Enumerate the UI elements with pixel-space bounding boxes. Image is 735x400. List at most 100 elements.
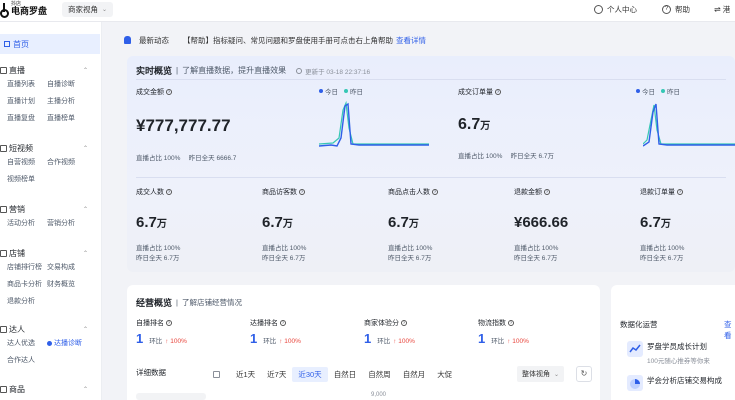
metric-label: 退款金额: [514, 189, 542, 196]
help-icon[interactable]: ?: [544, 189, 550, 195]
metric-refund-amount[interactable]: 退款金额? ¥666.66 直播占比 100% 昨日全天 6.7万: [514, 187, 568, 264]
indicator-logistics-index[interactable]: 物流指数? 1 环比 ↑ 100%: [478, 318, 529, 346]
sidebar-item-coop-talent[interactable]: 合作达人: [7, 355, 47, 372]
sidebar-item-live-review[interactable]: 直播复盘: [7, 113, 47, 130]
metric-product-visitors[interactable]: 商品访客数? 6.7万 直播占比 100% 昨日全天 6.7万: [262, 187, 306, 264]
metric-foot-ratio: 直播占比 100%: [262, 245, 307, 252]
help-icon: ?: [662, 5, 671, 14]
sidebar-section-video: 短视频 ⌃ 自营视频 合作视频 视频榜单: [0, 142, 100, 191]
sidebar-item-talent-diagnosis[interactable]: 达播诊断: [47, 338, 99, 355]
view-selector[interactable]: 商家视角 ⌄: [62, 2, 114, 17]
chart-icon: [627, 341, 643, 357]
sidebar-item-video-ranking[interactable]: 视频榜单: [7, 174, 47, 191]
help-icon[interactable]: ?: [280, 320, 286, 326]
logo[interactable]: 抖店 电商罗盘: [0, 2, 47, 18]
course-item[interactable]: 罗盘学员成长计划 100元随心推券等你来: [627, 341, 710, 365]
metric-unit: 万: [480, 121, 491, 132]
sidebar: 首页 直播 ⌃ 直播列表 自播诊断 直播计划 主播分析 直播复盘 直播榜单 短视…: [0, 22, 102, 400]
sidebar-section-header[interactable]: 达人 ⌃: [0, 323, 100, 335]
refresh-button[interactable]: ↻: [576, 366, 592, 382]
indicator-label: 商家体验分: [364, 320, 399, 327]
perspective-select[interactable]: 整体视角 ⌄: [517, 366, 565, 382]
indicator-change: ↑ 100%: [393, 338, 415, 345]
help-icon[interactable]: ?: [166, 189, 172, 195]
sidebar-item-trade-composition[interactable]: 交易构成: [47, 262, 99, 279]
indicator-talent-live-rank[interactable]: 达播排名? 1 环比 ↑ 100%: [250, 318, 301, 346]
notice-detail-link[interactable]: 查看详情: [396, 35, 426, 46]
sidebar-section-talent: 达人 ⌃ 达人优选 达播诊断 合作达人: [0, 323, 100, 372]
range-natural-week[interactable]: 自然周: [362, 367, 397, 382]
sidebar-item-anchor-analysis[interactable]: 主播分析: [47, 96, 99, 113]
sidebar-section-marketing: 营销 ⌃ 活动分析 营销分析: [0, 203, 100, 235]
sidebar-item-coop-video[interactable]: 合作视频: [47, 157, 99, 174]
help-icon[interactable]: ?: [401, 320, 407, 326]
help-icon[interactable]: ?: [166, 89, 172, 95]
indicator-change: ↑ 100%: [165, 338, 187, 345]
sidebar-item-talent-select[interactable]: 达人优选: [7, 338, 47, 355]
notice-label: 最新动态: [139, 35, 169, 45]
sidebar-item-own-video[interactable]: 自营视频: [7, 157, 47, 174]
indicator-self-live-rank[interactable]: 自播排名? 1 环比 ↑ 100%: [136, 318, 187, 346]
range-natural-day[interactable]: 自然日: [328, 367, 363, 382]
chart-legend: 今日 昨日: [313, 86, 363, 96]
sidebar-item-marketing-analysis[interactable]: 营销分析: [47, 218, 99, 235]
range-big-promo[interactable]: 大促: [431, 367, 458, 382]
help-icon[interactable]: ?: [166, 320, 172, 326]
metric-unit: 万: [156, 219, 167, 230]
y-axis-tick: 9,000: [371, 392, 387, 398]
person-icon: [594, 5, 603, 14]
course-item[interactable]: 学会分析店铺交易构成: [627, 375, 722, 391]
sidebar-section-title: 短视频: [9, 143, 33, 153]
sidebar-section-header[interactable]: 营销 ⌃: [0, 203, 100, 215]
detail-data-label: 详细数据: [136, 368, 166, 377]
sidebar-item-live-list[interactable]: 直播列表: [7, 79, 47, 96]
help-link[interactable]: ? 帮助: [662, 4, 690, 15]
sidebar-item-activity-analysis[interactable]: 活动分析: [7, 218, 47, 235]
legend-today-dot: [319, 89, 323, 93]
range-natural-month[interactable]: 自然月: [397, 367, 432, 382]
sidebar-item-product-card-analysis[interactable]: 商品卡分析: [7, 279, 47, 296]
help-icon[interactable]: ?: [677, 189, 683, 195]
metric-foot-yesterday: 昨日全天 6.7万: [640, 255, 684, 262]
metric-value: 6.7: [262, 214, 283, 231]
indicator-experience-score[interactable]: 商家体验分? 1 环比 ↑ 100%: [364, 318, 415, 346]
metric-unit: 万: [282, 219, 293, 230]
sidebar-section-header[interactable]: 店铺 ⌃: [0, 247, 100, 259]
range-30d[interactable]: 近30天: [292, 367, 328, 382]
help-icon[interactable]: ?: [432, 189, 438, 195]
metric-product-clickers[interactable]: 商品点击人数? 6.7万 直播占比 100% 昨日全天 6.7万: [388, 187, 438, 264]
metric-label: 成交金额: [136, 89, 164, 96]
sidebar-item-store-ranking[interactable]: 店铺排行榜: [7, 262, 47, 279]
indicator-ring-label: 环比: [491, 338, 505, 345]
help-icon[interactable]: ?: [508, 320, 514, 326]
metric-buyers[interactable]: 成交人数? 6.7万 直播占比 100% 昨日全天 6.7万: [136, 187, 180, 264]
sidebar-item-live-plan[interactable]: 直播计划: [7, 96, 47, 113]
range-7d[interactable]: 近7天: [261, 367, 292, 382]
sidebar-section-header[interactable]: 商品 ⌃: [0, 383, 100, 395]
personal-center-link[interactable]: 个人中心: [594, 4, 637, 15]
metric-foot-yesterday: 昨日全天 6.7万: [514, 255, 558, 262]
pie-icon: [627, 375, 643, 391]
indicator-change: ↑ 100%: [279, 338, 301, 345]
help-icon[interactable]: ?: [299, 189, 305, 195]
metric-orders[interactable]: 成交订单量? 6.7万 直播占比 100% 昨日全天 6.7万: [458, 87, 554, 162]
metric-unit: 万: [408, 219, 419, 230]
sidebar-item-finance-overview[interactable]: 财务概览: [47, 279, 99, 296]
divider: [136, 177, 726, 178]
metric-unit: 万: [660, 219, 671, 230]
data-operation-more-link[interactable]: 查看: [724, 319, 735, 341]
metric-refund-orders[interactable]: 退款订单量? 6.7万 直播占比 100% 昨日全天 6.7万: [640, 187, 684, 264]
indicator-ring-label: 环比: [149, 338, 163, 345]
sidebar-item-self-live-diagnosis[interactable]: 自播诊断: [47, 79, 99, 96]
calendar-icon[interactable]: [213, 371, 220, 378]
refresh-icon: ↻: [580, 369, 588, 378]
range-1d[interactable]: 近1天: [230, 367, 261, 382]
switch-link[interactable]: ⇌ 港: [714, 4, 730, 15]
help-icon[interactable]: ?: [495, 89, 501, 95]
sidebar-section-header[interactable]: 直播 ⌃: [0, 64, 100, 76]
sidebar-item-home[interactable]: 首页: [0, 34, 100, 54]
metric-gmv[interactable]: 成交金额? ¥777,777.77 直播占比 100% 昨日全天 6666.7: [136, 87, 236, 164]
sidebar-section-header[interactable]: 短视频 ⌃: [0, 142, 100, 154]
sidebar-item-refund-analysis[interactable]: 退款分析: [7, 296, 47, 313]
sidebar-item-live-ranking[interactable]: 直播榜单: [47, 113, 99, 130]
